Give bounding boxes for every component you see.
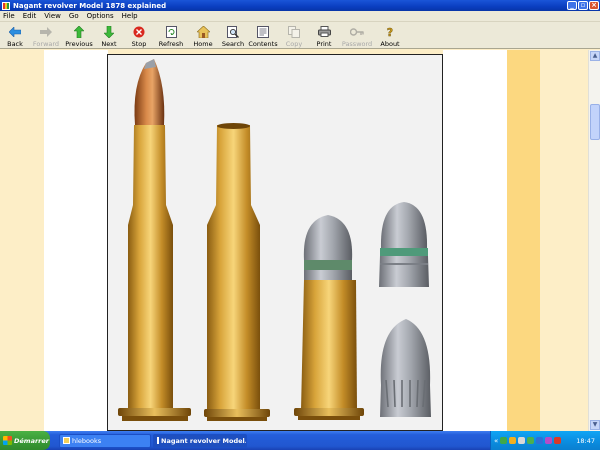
- print-button[interactable]: Print: [309, 22, 339, 49]
- antivirus-icon[interactable]: [554, 437, 562, 444]
- toolbar: Back Forward Previous Next Stop Refresh: [0, 22, 600, 49]
- back-arrow-icon: [9, 25, 21, 38]
- ebook-app-icon: [157, 437, 159, 444]
- windows-logo-icon: [3, 436, 12, 445]
- left-white-column: [44, 50, 108, 431]
- taskbar: Démarrer hlebooks Nagant revolver Model.…: [0, 431, 600, 450]
- forward-button[interactable]: Forward: [29, 22, 63, 49]
- menu-help[interactable]: Help: [122, 12, 138, 20]
- clock[interactable]: 18:47: [576, 437, 595, 445]
- update-icon[interactable]: [527, 437, 535, 444]
- menu-file[interactable]: File: [3, 12, 15, 20]
- about-button[interactable]: ? About: [375, 22, 405, 49]
- password-button[interactable]: Password: [339, 22, 375, 49]
- system-tray: « 18:47: [490, 431, 600, 450]
- connection-icon[interactable]: [536, 437, 544, 444]
- about-icon: ?: [385, 25, 395, 38]
- minimize-button[interactable]: _: [567, 1, 577, 10]
- menu-view[interactable]: View: [44, 12, 61, 20]
- forward-arrow-icon: [40, 25, 52, 38]
- stop-button[interactable]: Stop: [123, 22, 155, 49]
- restore-button[interactable]: ▫: [578, 1, 588, 10]
- tray-expand-icon[interactable]: «: [494, 437, 498, 445]
- copy-icon: [288, 25, 300, 38]
- refresh-icon: [165, 25, 177, 38]
- menu-edit[interactable]: Edit: [23, 12, 37, 20]
- folder-icon: [63, 437, 70, 444]
- left-margin: [0, 50, 44, 431]
- title-bar: Nagant revolver Model 1878 explained _ ▫…: [0, 0, 600, 11]
- cartridges-photo: [107, 54, 443, 431]
- close-button[interactable]: ×: [589, 1, 599, 10]
- stop-icon: [133, 25, 145, 38]
- accent-band: [507, 50, 540, 431]
- back-button[interactable]: Back: [1, 22, 29, 49]
- home-icon: [196, 25, 210, 38]
- key-icon: [350, 25, 364, 38]
- start-button[interactable]: Démarrer: [0, 431, 50, 450]
- network-icon[interactable]: [500, 437, 508, 444]
- taskbar-item-hlebooks[interactable]: hlebooks: [59, 433, 151, 448]
- up-arrow-icon: [74, 25, 84, 38]
- down-arrow-icon: [104, 25, 114, 38]
- print-icon: [317, 25, 331, 38]
- refresh-button[interactable]: Refresh: [155, 22, 187, 49]
- contents-button[interactable]: Contents: [247, 22, 279, 49]
- copy-button[interactable]: Copy: [279, 22, 309, 49]
- messenger-icon[interactable]: [545, 437, 553, 444]
- right-white-column: [443, 50, 507, 431]
- menu-go[interactable]: Go: [69, 12, 79, 20]
- contents-icon: [257, 25, 269, 38]
- scroll-up-arrow[interactable]: ▲: [590, 51, 600, 61]
- svg-text:?: ?: [387, 26, 393, 38]
- page-content: ▲ ▼: [0, 50, 600, 431]
- scroll-down-arrow[interactable]: ▼: [590, 420, 600, 430]
- previous-button[interactable]: Previous: [63, 22, 95, 49]
- menu-bar: File Edit View Go Options Help: [0, 11, 600, 22]
- menu-options[interactable]: Options: [87, 12, 114, 20]
- next-button[interactable]: Next: [95, 22, 123, 49]
- search-icon: [227, 25, 239, 38]
- volume-icon[interactable]: [518, 437, 526, 444]
- scroll-thumb[interactable]: [590, 104, 600, 140]
- taskbar-item-nagant[interactable]: Nagant revolver Model...: [153, 433, 247, 448]
- home-button[interactable]: Home: [187, 22, 219, 49]
- vertical-scrollbar[interactable]: ▲ ▼: [588, 50, 600, 431]
- security-icon[interactable]: [509, 437, 517, 444]
- window-title: Nagant revolver Model 1878 explained: [13, 1, 167, 10]
- right-margin: [540, 50, 588, 431]
- ebook-app-icon: [2, 1, 10, 10]
- search-button[interactable]: Search: [219, 22, 247, 49]
